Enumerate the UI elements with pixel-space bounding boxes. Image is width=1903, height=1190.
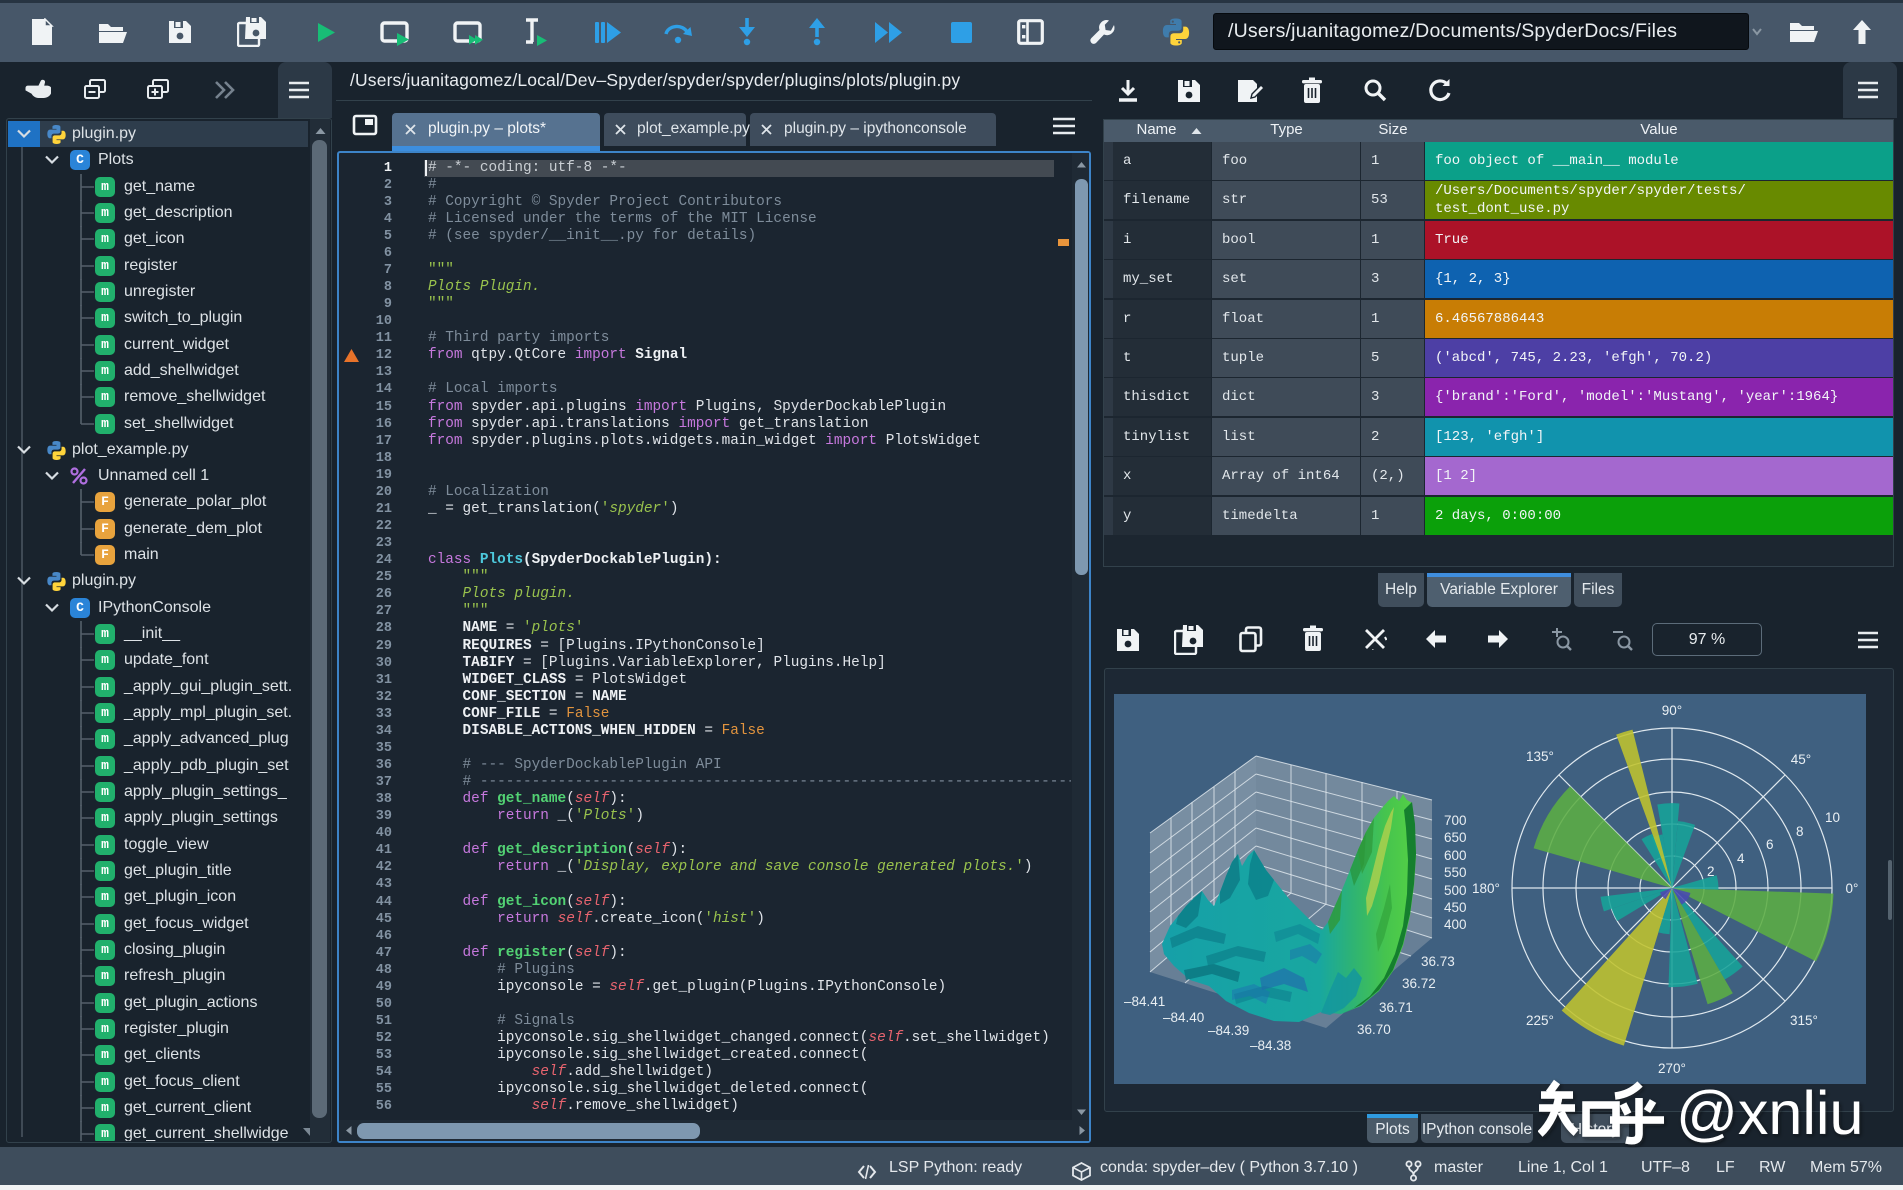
svg-text:500: 500 bbox=[1444, 883, 1467, 898]
svg-text:36.72: 36.72 bbox=[1402, 976, 1436, 991]
svg-text:0°: 0° bbox=[1846, 881, 1859, 896]
svg-text:36.71: 36.71 bbox=[1379, 1000, 1413, 1015]
svg-text:650: 650 bbox=[1444, 830, 1467, 845]
svg-text:–84.41: –84.41 bbox=[1124, 994, 1165, 1009]
svg-text:700: 700 bbox=[1444, 813, 1467, 828]
svg-text:10: 10 bbox=[1825, 810, 1840, 825]
svg-text:6: 6 bbox=[1766, 837, 1774, 852]
svg-text:135°: 135° bbox=[1526, 749, 1554, 764]
svg-text:315°: 315° bbox=[1790, 1013, 1818, 1028]
svg-text:4: 4 bbox=[1737, 851, 1745, 866]
svg-text:–84.38: –84.38 bbox=[1250, 1038, 1291, 1053]
svg-text:270°: 270° bbox=[1658, 1061, 1686, 1076]
svg-text:@xnliu: @xnliu bbox=[1676, 1079, 1863, 1147]
svg-text:400: 400 bbox=[1444, 917, 1467, 932]
svg-text:2: 2 bbox=[1707, 864, 1715, 879]
svg-text:450: 450 bbox=[1444, 900, 1467, 915]
svg-text:45°: 45° bbox=[1791, 752, 1811, 767]
svg-text:36.73: 36.73 bbox=[1421, 954, 1455, 969]
svg-text:–84.40: –84.40 bbox=[1163, 1010, 1204, 1025]
svg-text:225°: 225° bbox=[1526, 1013, 1554, 1028]
svg-text:600: 600 bbox=[1444, 848, 1467, 863]
svg-text:180°: 180° bbox=[1472, 881, 1500, 896]
svg-text:8: 8 bbox=[1796, 824, 1804, 839]
svg-text:90°: 90° bbox=[1662, 703, 1682, 718]
svg-text:36.70: 36.70 bbox=[1357, 1022, 1391, 1037]
svg-text:–84.39: –84.39 bbox=[1208, 1023, 1249, 1038]
svg-text:550: 550 bbox=[1444, 865, 1467, 880]
